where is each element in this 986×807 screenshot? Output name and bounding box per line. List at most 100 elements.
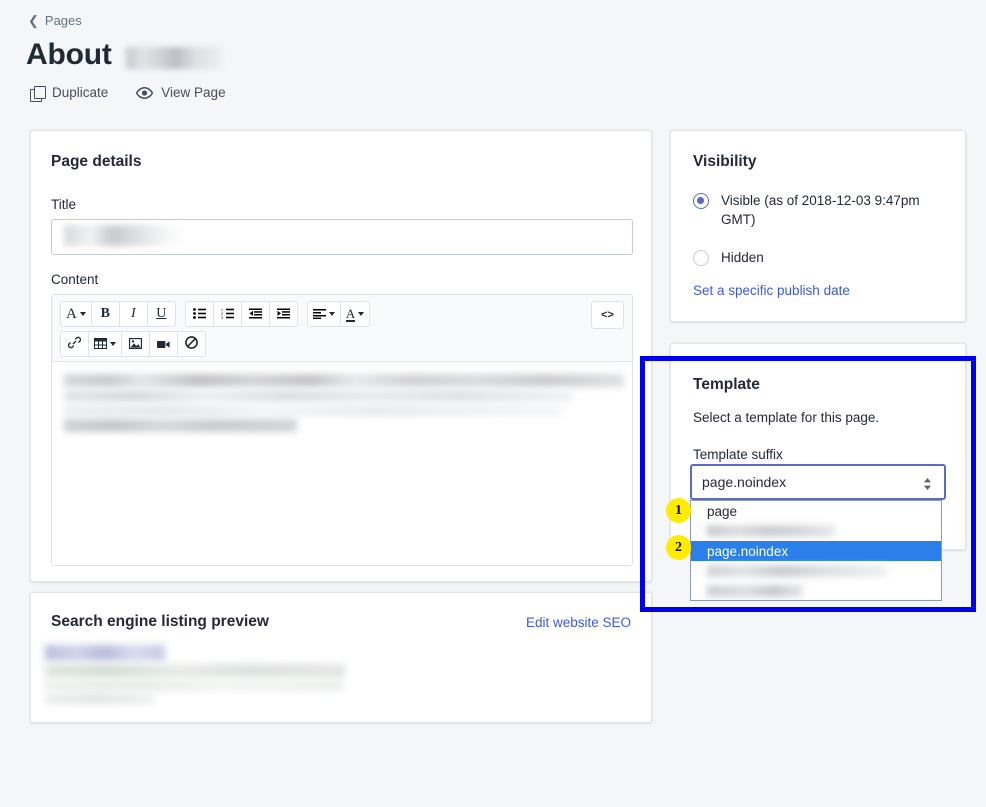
visibility-visible-label: Visible (as of 2018-12-03 9:47pm GMT) — [721, 193, 920, 227]
outdent-icon — [248, 307, 262, 322]
view-page-button[interactable]: View Page — [136, 85, 226, 100]
dropdown-option-page[interactable]: page — [691, 501, 941, 521]
underline-icon: U — [156, 306, 167, 321]
code-brackets-icon: <> — [601, 309, 614, 321]
editor-redacted-line — [64, 374, 624, 387]
seo-redacted-title — [45, 645, 165, 661]
radio-visible[interactable] — [693, 193, 709, 209]
image-icon — [128, 337, 143, 352]
content-editor: A B I U 1 2 3 A <> — [51, 294, 633, 566]
no-entry-icon — [185, 336, 198, 352]
indent-icon — [276, 307, 290, 322]
text-color-icon: A — [345, 305, 356, 322]
seo-card-title: Search engine listing preview — [51, 613, 269, 630]
edit-website-seo-link[interactable]: Edit website SEO — [526, 615, 631, 630]
page-details-card: Page details Title Content A B I U 1 2 3… — [30, 130, 652, 582]
dropdown-option-redacted-label — [707, 565, 887, 577]
chevron-down-icon — [79, 312, 86, 316]
editor-toolbar: A B I U 1 2 3 A <> — [52, 295, 632, 362]
outdent-button[interactable] — [240, 301, 270, 327]
editor-toolbar-row-2 — [60, 331, 624, 357]
table-dropdown[interactable] — [88, 331, 122, 357]
align-dropdown[interactable] — [306, 301, 341, 327]
clear-formatting-button[interactable] — [177, 331, 206, 357]
template-suffix-label: Template suffix — [693, 447, 783, 462]
chevron-down-icon — [328, 312, 335, 316]
visibility-option-hidden[interactable]: Hidden — [693, 248, 764, 267]
bold-icon: B — [100, 306, 111, 321]
table-icon — [94, 337, 107, 352]
code-group: <> — [591, 301, 624, 329]
content-field-label: Content — [51, 272, 99, 287]
font-a-icon: A — [66, 305, 77, 322]
insert-image-button[interactable] — [121, 331, 150, 357]
dropdown-option-redacted[interactable] — [691, 561, 941, 581]
duplicate-label: Duplicate — [52, 85, 109, 100]
title-input[interactable] — [51, 219, 633, 255]
align-group: A — [306, 301, 371, 327]
editor-redacted-line — [64, 405, 562, 416]
visibility-option-visible[interactable]: Visible (as of 2018-12-03 9:47pm GMT) — [693, 191, 943, 229]
indent-button[interactable] — [268, 301, 298, 327]
html-code-button[interactable]: <> — [591, 301, 624, 329]
page-title: About — [26, 38, 112, 71]
bold-button[interactable]: B — [90, 301, 120, 327]
duplicate-button[interactable]: Duplicate — [30, 85, 109, 102]
dropdown-option-page-noindex[interactable]: page.noindex — [691, 541, 941, 561]
chevron-down-icon — [358, 312, 365, 316]
template-description: Select a template for this page. — [693, 410, 880, 425]
breadcrumb-label: Pages — [44, 13, 82, 28]
template-suffix-dropdown[interactable]: page page.noindex — [690, 500, 942, 601]
header-actions: Duplicate View Page — [30, 85, 226, 102]
visibility-hidden-label: Hidden — [721, 250, 764, 265]
title-field-label: Title — [51, 197, 77, 212]
eye-icon — [136, 86, 154, 99]
insert-video-button[interactable] — [149, 331, 178, 357]
page-editor-screen: ❮ Pages About Duplicate View Page Page d… — [0, 0, 986, 807]
template-card-title: Template — [693, 376, 760, 393]
list-ol-icon: 123 — [221, 307, 234, 322]
underline-button[interactable]: U — [146, 301, 176, 327]
dropdown-option-redacted[interactable] — [691, 521, 941, 541]
svg-text:3: 3 — [221, 316, 223, 319]
chevron-left-icon: ❮ — [28, 13, 39, 28]
view-page-label: View Page — [161, 85, 226, 100]
annotation-badge-2: 2 — [666, 535, 691, 560]
editor-redacted-line — [64, 390, 572, 402]
visibility-card: Visibility Visible (as of 2018-12-03 9:4… — [670, 130, 966, 322]
italic-button[interactable]: I — [118, 301, 148, 327]
visibility-card-title: Visibility — [693, 153, 757, 170]
editor-content-area[interactable] — [52, 362, 632, 565]
chevron-down-icon — [110, 342, 116, 346]
annotation-badge-1: 1 — [666, 498, 691, 523]
video-icon — [157, 337, 170, 352]
seo-preview-card: Search engine listing preview Edit websi… — [30, 592, 652, 723]
link-icon — [67, 336, 82, 352]
radio-hidden[interactable] — [693, 250, 709, 266]
editor-redacted-line — [64, 419, 297, 432]
link-button[interactable] — [60, 331, 89, 357]
seo-redacted-url — [45, 664, 345, 678]
breadcrumb[interactable]: ❮ Pages — [28, 13, 82, 28]
page-title-row: About — [26, 38, 222, 72]
editor-toolbar-row-1: A B I U 1 2 3 A <> — [60, 301, 624, 329]
bulleted-list-button[interactable] — [184, 301, 214, 327]
set-publish-date-link[interactable]: Set a specific publish date — [693, 283, 850, 298]
list-indent-group: 123 — [184, 301, 298, 327]
dropdown-option-redacted[interactable] — [691, 581, 941, 600]
italic-icon: I — [131, 306, 136, 321]
dropdown-option-redacted-label — [707, 585, 803, 597]
dropdown-option-redacted-label — [707, 525, 835, 537]
text-format-group: A B I U — [60, 301, 176, 327]
align-left-icon — [312, 307, 326, 322]
template-suffix-select[interactable]: page.noindex — [690, 464, 946, 500]
title-input-redacted-value — [64, 225, 184, 246]
duplicate-icon — [30, 85, 46, 102]
page-details-title: Page details — [51, 153, 142, 170]
template-suffix-selected-value: page.noindex — [702, 474, 787, 490]
numbered-list-button[interactable]: 123 — [212, 301, 242, 327]
font-style-dropdown[interactable]: A — [60, 301, 92, 327]
stepper-arrows-icon — [923, 475, 932, 493]
page-title-redacted — [125, 47, 222, 69]
text-color-dropdown[interactable]: A — [339, 301, 371, 327]
